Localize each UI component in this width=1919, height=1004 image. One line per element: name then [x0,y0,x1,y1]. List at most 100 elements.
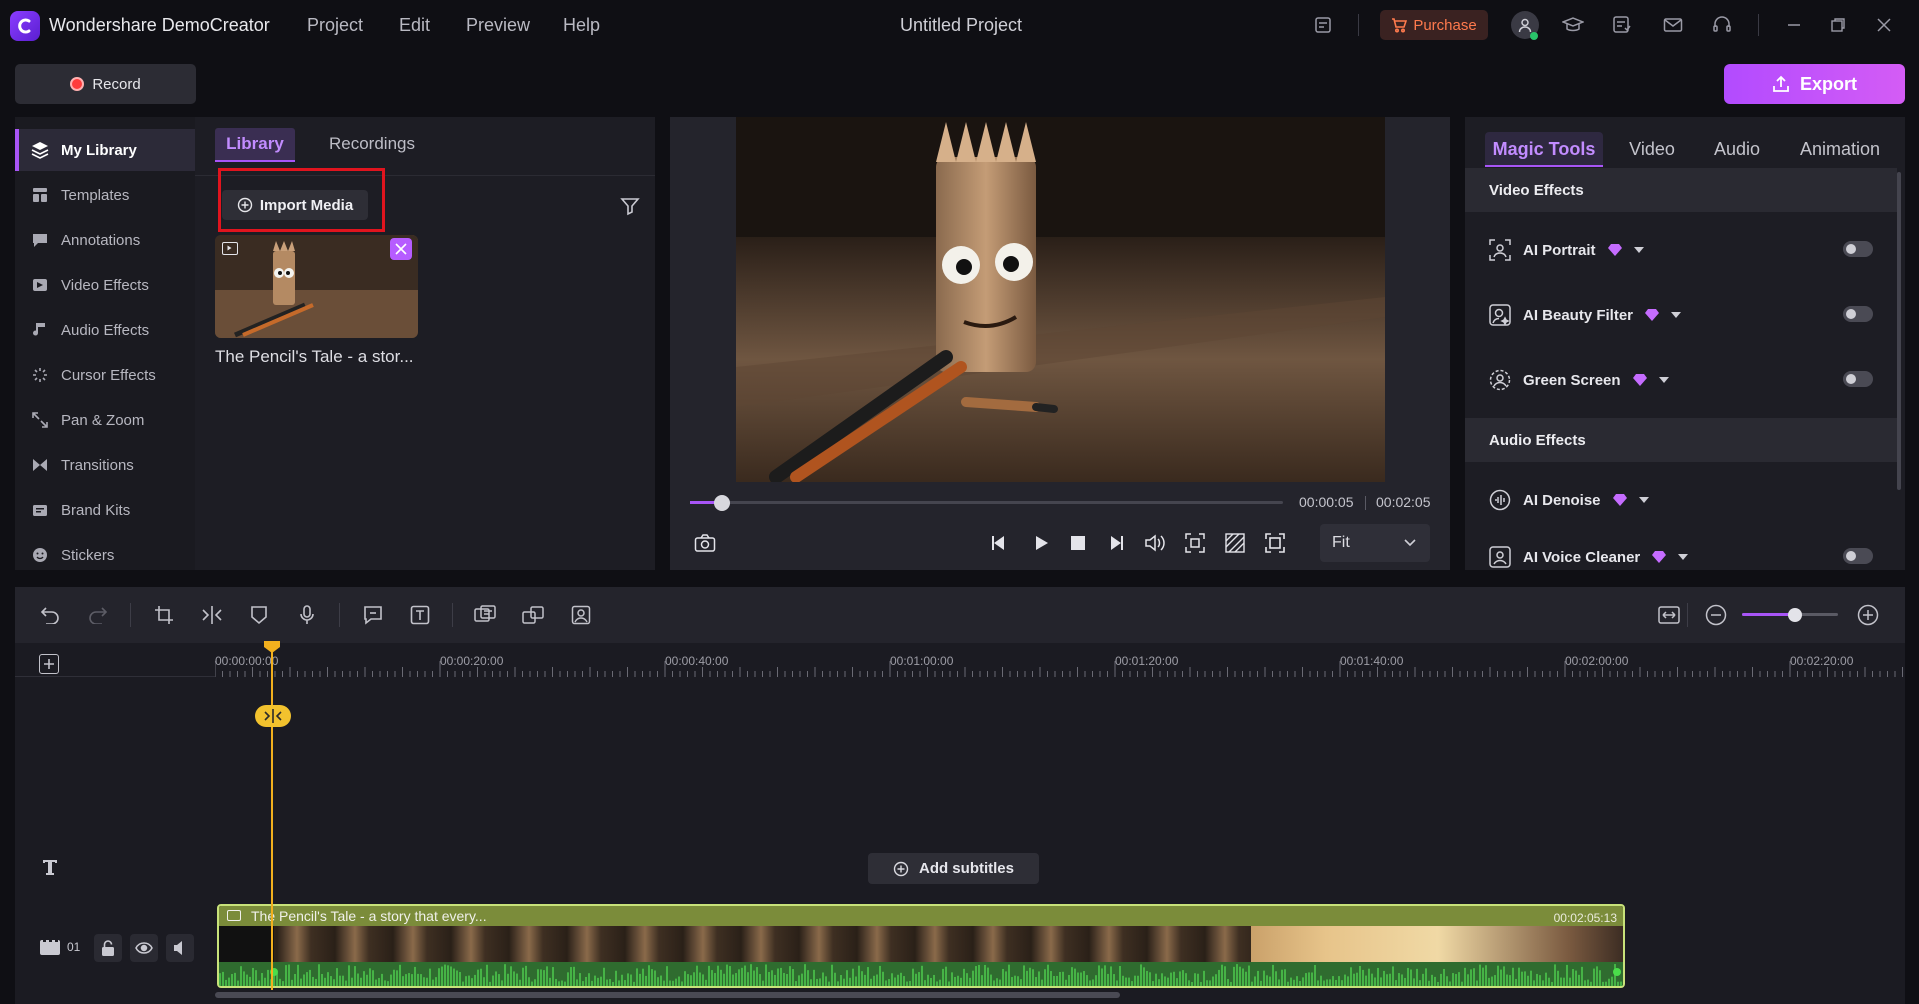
premium-gem-icon [1645,309,1660,321]
sidebar-item-stickers[interactable]: Stickers [15,534,195,576]
tab-library[interactable]: Library [215,128,295,160]
green-screen-toggle[interactable] [1843,371,1873,387]
undo-icon[interactable] [37,602,63,628]
support-headset-icon[interactable] [1710,13,1734,37]
play-icon[interactable] [1028,530,1054,556]
tab-recordings[interactable]: Recordings [322,128,422,160]
group-clips-icon[interactable] [520,602,546,628]
ai-voice-cleaner-row[interactable]: AI Voice Cleaner [1465,545,1897,570]
ai-beauty-filter-toggle[interactable] [1843,306,1873,322]
visibility-eye-icon[interactable] [130,934,158,962]
step-forward-icon[interactable] [1103,530,1129,556]
redo-icon[interactable] [85,602,111,628]
clip-start-frame [219,926,274,962]
tab-audio[interactable]: Audio [1702,132,1772,166]
playback-progress-handle[interactable] [714,495,730,511]
right-panel-scrollbar[interactable] [1897,172,1901,490]
crop-icon[interactable] [151,602,177,628]
playhead[interactable] [271,645,273,990]
video-preview-frame[interactable] [736,117,1385,482]
add-circle-icon [893,861,909,877]
menu-help[interactable]: Help [563,15,600,36]
playback-progress-track[interactable] [690,501,1283,504]
minimize-icon[interactable] [1782,13,1806,37]
media-title: The Pencil's Tale - a stor... [215,347,414,366]
ai-portrait-toggle[interactable] [1843,241,1873,257]
restore-icon[interactable] [1826,13,1850,37]
ruler-label: 00:00:00:00 [215,654,279,668]
add-subtitles-label: Add subtitles [918,860,1014,877]
chevron-down-icon[interactable] [1633,247,1644,253]
export-button[interactable]: Export [1724,64,1905,104]
ai-edit-badge-icon[interactable] [390,238,412,260]
fit-timeline-icon[interactable] [1656,602,1682,628]
split-marker-icon[interactable] [255,705,291,727]
sidebar-item-transitions[interactable]: Transitions [15,444,195,486]
mute-speaker-icon[interactable] [166,934,194,962]
sidebar-item-templates[interactable]: Templates [15,174,195,216]
mail-icon[interactable] [1661,13,1685,37]
filter-icon[interactable] [620,196,640,216]
text-box-icon[interactable] [407,602,433,628]
volume-icon[interactable] [1142,530,1168,556]
record-button[interactable]: Record [15,64,196,104]
fullscreen-icon[interactable] [1262,530,1288,556]
ai-portrait-row[interactable]: AI Portrait [1465,218,1897,282]
zoom-in-icon[interactable] [1855,602,1881,628]
sidebar-item-my-library[interactable]: My Library [15,129,195,171]
menu-project[interactable]: Project [307,15,363,36]
sidebar-item-label: Pan & Zoom [61,411,145,429]
chevron-down-icon[interactable] [1658,377,1669,383]
sidebar-item-cursor-effects[interactable]: Cursor Effects [15,354,195,396]
tutorial-cap-icon[interactable] [1561,13,1585,37]
crop-focus-icon[interactable] [1182,530,1208,556]
sidebar-item-audio-effects[interactable]: Audio Effects [15,309,195,351]
audio-keyframe-end[interactable] [1613,968,1621,976]
stop-icon[interactable] [1065,530,1091,556]
pan-zoom-icon [31,411,49,429]
project-title: Untitled Project [900,15,1023,35]
person-frame-icon[interactable] [568,602,594,628]
caption-overlay-icon[interactable] [472,602,498,628]
video-clip[interactable]: The Pencil's Tale - a story that every..… [217,904,1625,988]
microphone-icon[interactable] [294,602,320,628]
notes-icon[interactable] [1311,13,1335,37]
sidebar-item-annotations[interactable]: Annotations [15,219,195,261]
sidebar-item-video-effects[interactable]: Video Effects [15,264,195,306]
audio-waveform [219,962,1623,986]
ai-voice-cleaner-toggle[interactable] [1843,548,1873,564]
safe-zone-icon[interactable] [1222,530,1248,556]
lock-track-icon[interactable] [94,934,122,962]
timeline-zoom-handle[interactable] [1788,608,1802,622]
media-thumbnail[interactable] [215,235,418,338]
green-screen-row[interactable]: Green Screen [1465,348,1897,412]
tab-animation[interactable]: Animation [1790,132,1890,166]
chevron-down-icon[interactable] [1638,497,1649,503]
add-subtitles-button[interactable]: Add subtitles [868,853,1039,884]
sidebar-item-brand-kits[interactable]: Brand Kits [15,489,195,531]
chevron-down-icon[interactable] [1671,312,1682,318]
zoom-out-icon[interactable] [1703,602,1729,628]
tab-video[interactable]: Video [1618,132,1686,166]
step-back-icon[interactable] [986,530,1012,556]
snapshot-camera-icon[interactable] [692,530,718,556]
close-icon[interactable] [1872,13,1896,37]
tab-magic-tools[interactable]: Magic Tools [1485,132,1603,166]
window-divider [1758,14,1759,36]
zoom-fit-select[interactable]: Fit [1320,524,1430,562]
menu-preview[interactable]: Preview [466,15,530,36]
comment-icon[interactable] [360,602,386,628]
add-track-icon[interactable] [39,654,59,674]
ai-portrait-label: AI Portrait [1523,241,1596,259]
task-list-icon[interactable] [1610,13,1634,37]
sidebar-item-pan-zoom[interactable]: Pan & Zoom [15,399,195,441]
chevron-down-icon [1404,539,1416,547]
ai-beauty-filter-row[interactable]: AI Beauty Filter [1465,283,1897,347]
marker-shield-icon[interactable] [246,602,272,628]
ai-denoise-row[interactable]: AI Denoise [1465,468,1897,532]
split-icon[interactable] [199,602,225,628]
timeline-horizontal-scrollbar[interactable] [215,992,1120,998]
chevron-down-icon[interactable] [1678,554,1689,560]
menu-edit[interactable]: Edit [399,15,430,36]
purchase-button[interactable]: Purchase [1380,10,1488,40]
